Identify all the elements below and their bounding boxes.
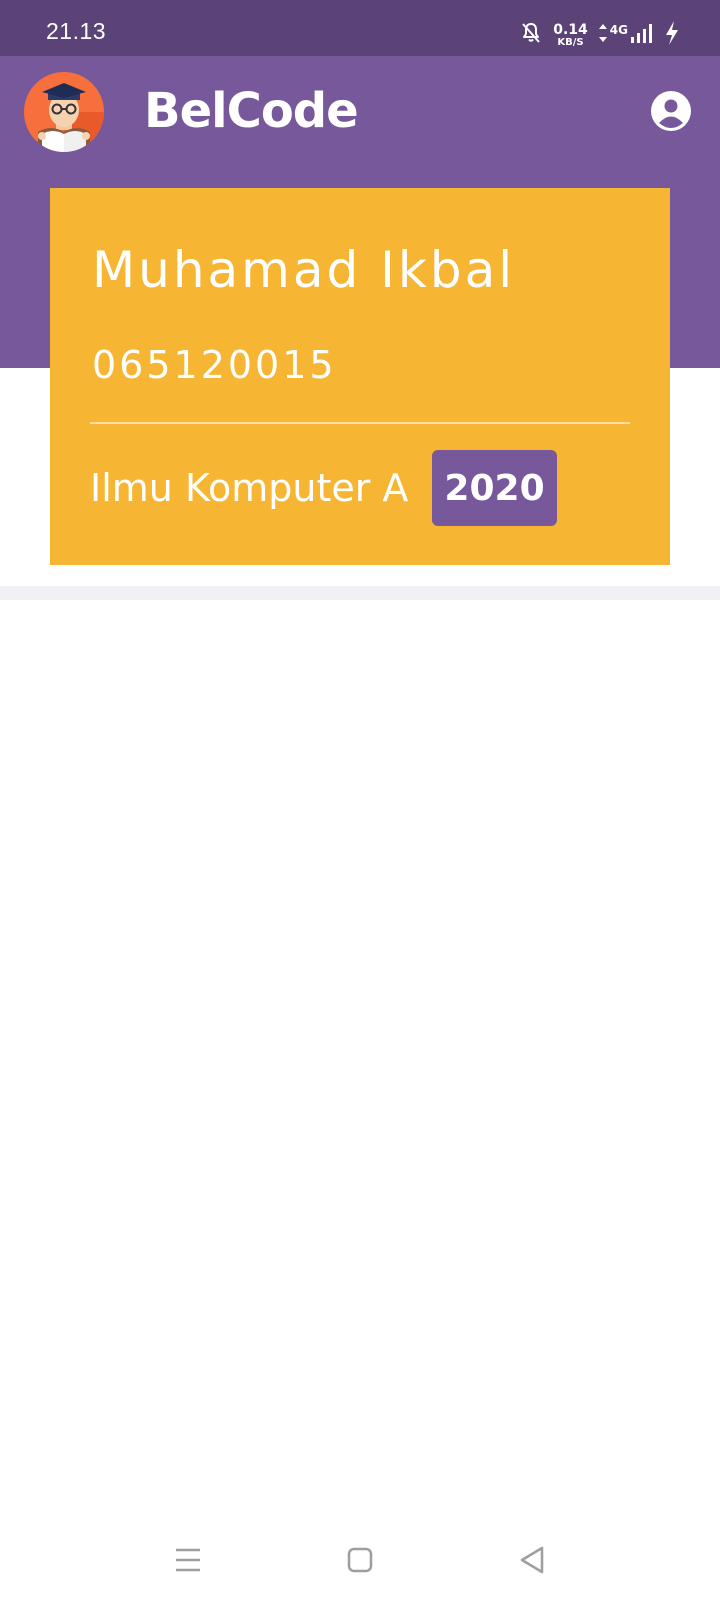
network-speed-value: 0.14: [553, 21, 588, 38]
back-icon: [520, 1546, 544, 1574]
status-icons: 0.14 KB/S 4G: [519, 18, 680, 52]
student-card: Muhamad Ikbal 065120015 Ilmu Komputer A …: [50, 188, 670, 565]
signal-icon: [630, 21, 654, 49]
home-button[interactable]: [336, 1536, 384, 1584]
status-bar: 21.13 0.14 KB/S 4G: [0, 0, 720, 56]
graduate-reading-logo: [24, 72, 104, 152]
charging-icon: [664, 20, 680, 50]
menu-icon: [176, 1548, 200, 1572]
status-time: 21.13: [46, 18, 107, 44]
program-row: Ilmu Komputer A 2020: [90, 450, 557, 526]
account-circle-icon: [651, 91, 691, 131]
back-button[interactable]: [508, 1536, 556, 1584]
student-name: Muhamad Ikbal: [92, 241, 516, 299]
home-icon: [347, 1547, 373, 1573]
data-arrows-icon: [598, 22, 608, 48]
network-speed-unit: KB/S: [557, 36, 584, 48]
profile-button[interactable]: [650, 90, 692, 132]
network-speed: 0.14 KB/S: [553, 23, 588, 48]
menu-button[interactable]: [164, 1536, 212, 1584]
app-title: BelCode: [144, 83, 359, 139]
program-name: Ilmu Komputer A: [90, 466, 409, 510]
year-badge: 2020: [432, 450, 557, 526]
section-divider: [0, 586, 720, 600]
bell-off-icon: [519, 21, 543, 49]
navigation-bar: [0, 1520, 720, 1600]
card-divider: [90, 422, 630, 424]
network-type: 4G: [609, 23, 628, 37]
student-id: 065120015: [92, 343, 337, 387]
